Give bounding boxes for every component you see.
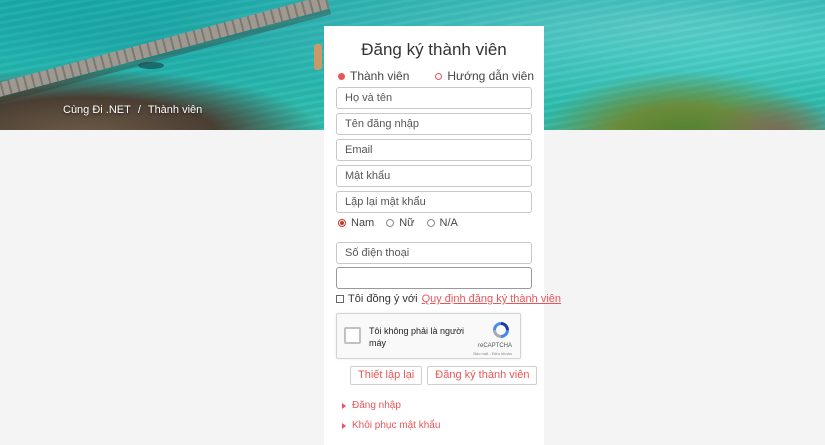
radio-unselected-icon <box>435 72 443 80</box>
member-type-member-label: Thành viên <box>350 69 410 83</box>
gender-na[interactable]: N/A <box>426 217 458 229</box>
recaptcha-terms[interactable]: Bảo mật - Điều khoản <box>473 351 512 356</box>
extra-input[interactable] <box>336 267 532 289</box>
recaptcha-brand: reCAPTCHA <box>477 343 512 349</box>
recaptcha-checkbox[interactable] <box>344 327 361 344</box>
member-type-guide-label: Hướng dẫn viên <box>447 69 534 83</box>
username-input[interactable] <box>336 113 532 135</box>
agree-checkbox[interactable] <box>336 295 344 303</box>
form-actions: Thiết lập lại Đăng ký thành viên <box>350 366 538 385</box>
agree-text: Tôi đồng ý với <box>348 293 418 305</box>
gender-group: Nam Nữ N/A <box>338 217 458 229</box>
recaptcha-widget: Tôi không phải là người máy reCAPTCHA Bả… <box>336 313 521 359</box>
radio-checked-icon <box>338 219 346 227</box>
gender-na-label: N/A <box>439 217 458 229</box>
recaptcha-logo-icon <box>493 322 509 338</box>
breadcrumb-home[interactable]: Cùng Đi .NET <box>63 104 131 116</box>
radio-unchecked-icon <box>426 219 435 227</box>
registration-card: Đăng ký thành viên Thành viên Hướng dẫn … <box>324 26 561 445</box>
caret-right-icon <box>342 402 346 409</box>
breadcrumb-separator: / <box>137 104 141 116</box>
banner-rocks-right <box>705 95 825 130</box>
member-type-group: Thành viên Hướng dẫn viên <box>338 69 534 83</box>
radio-unchecked-icon <box>386 219 395 227</box>
register-button[interactable]: Đăng ký thành viên <box>427 366 538 385</box>
login-link-label: Đăng nhập <box>352 400 401 411</box>
email-input[interactable] <box>336 139 532 161</box>
gender-male-label: Nam <box>351 217 375 229</box>
banner-person <box>314 44 322 70</box>
confirm-password-input[interactable] <box>336 191 532 213</box>
fullname-input[interactable] <box>336 87 532 109</box>
login-link[interactable]: Đăng nhập <box>342 400 401 411</box>
gender-female[interactable]: Nữ <box>386 217 415 229</box>
breadcrumb-current: Thành viên <box>147 104 203 116</box>
radio-selected-icon <box>338 72 345 80</box>
recaptcha-text: Tôi không phải là người máy <box>369 326 464 348</box>
member-type-member[interactable]: Thành viên <box>338 69 409 83</box>
gender-male[interactable]: Nam <box>338 217 374 229</box>
breadcrumb: Cùng Đi .NET / Thành viên <box>63 104 206 116</box>
reset-button[interactable]: Thiết lập lại <box>350 366 423 385</box>
caret-right-icon <box>342 422 346 429</box>
recover-password-link[interactable]: Khôi phục mật khẩu <box>342 420 440 431</box>
gender-female-label: Nữ <box>399 217 415 229</box>
password-input[interactable] <box>336 165 532 187</box>
member-type-guide[interactable]: Hướng dẫn viên <box>435 69 534 83</box>
recover-password-label: Khôi phục mật khẩu <box>352 420 441 431</box>
terms-link[interactable]: Quy định đăng ký thành viên <box>422 293 561 305</box>
agree-row: Tôi đồng ý với Quy định đăng ký thành vi… <box>336 293 561 305</box>
banner-boat <box>138 62 164 69</box>
page-title: Đăng ký thành viên <box>361 40 507 59</box>
phone-input[interactable] <box>336 242 532 264</box>
